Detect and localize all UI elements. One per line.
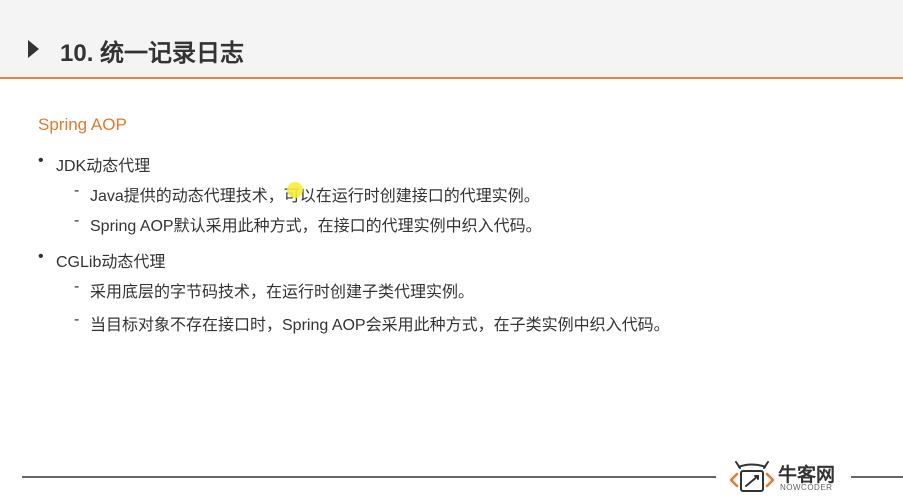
list-item-label: JDK动态代理 [56,158,151,175]
sub-item-text: 当目标对象不存在接口时，Spring AOP会采用此种方式，在子类实例中织入代码… [90,317,670,334]
triangle-right-icon [28,40,39,58]
dash-icon: - [74,212,80,229]
slide-title: 10. 统一记录日志 [60,40,245,67]
bullet-icon: • [38,152,44,169]
section-title: Spring AOP [38,115,127,134]
sub-item: - 当目标对象不存在接口时，Spring AOP会采用此种方式，在子类实例中织入… [74,311,670,335]
sub-item: - Java提供的动态代理技术，可以在运行时创建接口的代理实例。 [74,182,540,206]
footer-divider-left [22,476,716,478]
list-item-label: CGLib动态代理 [56,254,166,271]
list-item-cglib: • CGLib动态代理 [38,248,166,272]
logo-text-en: NOWCODER [780,483,833,492]
sub-item-text: Spring AOP默认采用此种方式，在接口的代理实例中织入代码。 [90,218,542,235]
header-divider [0,77,903,79]
nowcoder-logo-icon [729,461,775,492]
nowcoder-logo: 牛客网 NOWCODER [728,458,846,498]
dash-icon: - [74,278,80,295]
sub-item-text: 采用底层的字节码技术，在运行时创建子类代理实例。 [90,284,475,301]
sub-item: - 采用底层的字节码技术，在运行时创建子类代理实例。 [74,278,475,302]
sub-item-text: Java提供的动态代理技术，可以在运行时创建接口的代理实例。 [90,188,540,205]
list-item-jdk: • JDK动态代理 [38,152,151,176]
dash-icon: - [74,182,80,199]
dash-icon: - [74,311,80,328]
bullet-icon: • [38,248,44,265]
cursor-highlight [287,182,303,198]
footer-divider-right [851,476,903,478]
sub-item: - Spring AOP默认采用此种方式，在接口的代理实例中织入代码。 [74,212,542,236]
slide-header: 10. 统一记录日志 [0,0,903,78]
